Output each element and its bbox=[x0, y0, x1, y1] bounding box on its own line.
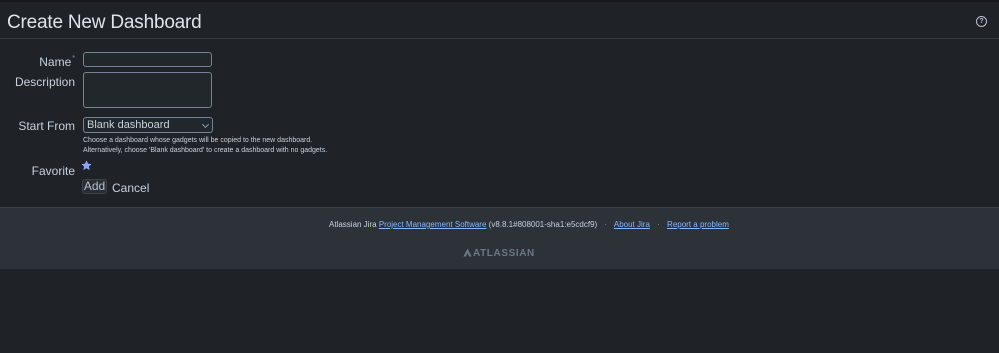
add-button[interactable]: Add bbox=[82, 179, 107, 194]
star-icon[interactable] bbox=[81, 160, 92, 171]
atlassian-wordmark: ATLASSIAN bbox=[473, 248, 535, 259]
footer-separator: · bbox=[604, 220, 608, 229]
project-management-software-link[interactable]: Project Management Software bbox=[379, 220, 487, 229]
footer-separator: · bbox=[657, 220, 660, 229]
footer-prefix: Atlassian Jira bbox=[329, 220, 377, 229]
chevron-down-icon bbox=[201, 120, 210, 129]
report-problem-link[interactable]: Report a problem bbox=[667, 220, 729, 229]
start-from-selected-value: Blank dashboard bbox=[87, 119, 170, 131]
description-textarea[interactable] bbox=[83, 72, 212, 108]
start-from-select[interactable]: Blank dashboard bbox=[83, 117, 213, 133]
about-jira-link[interactable]: About Jira bbox=[614, 220, 650, 229]
favorite-label: Favorite bbox=[31, 164, 75, 178]
start-from-label: Start From bbox=[18, 119, 75, 133]
required-marker: * bbox=[72, 55, 75, 62]
start-from-help-text-1: Choose a dashboard whose gadgets will be… bbox=[83, 137, 313, 144]
start-from-help-text-2: Alternatively, choose 'Blank dashboard' … bbox=[83, 147, 328, 154]
page-footer: Atlassian Jira Project Management Softwa… bbox=[0, 207, 999, 269]
footer-version: (v8.8.1#808001-sha1:e5cdcf9) bbox=[488, 220, 598, 229]
footer-links: Atlassian Jira Project Management Softwa… bbox=[329, 220, 729, 229]
name-label-text: Name bbox=[39, 55, 72, 69]
description-label: Description bbox=[14, 75, 75, 89]
name-input[interactable] bbox=[83, 52, 212, 67]
name-label: Name* bbox=[39, 55, 75, 69]
cancel-button[interactable]: Cancel bbox=[112, 181, 149, 195]
page-header: Create New Dashboard ? bbox=[0, 2, 999, 39]
help-icon[interactable]: ? bbox=[976, 16, 987, 27]
atlassian-mark-icon bbox=[463, 248, 472, 257]
page-title: Create New Dashboard bbox=[7, 12, 202, 33]
